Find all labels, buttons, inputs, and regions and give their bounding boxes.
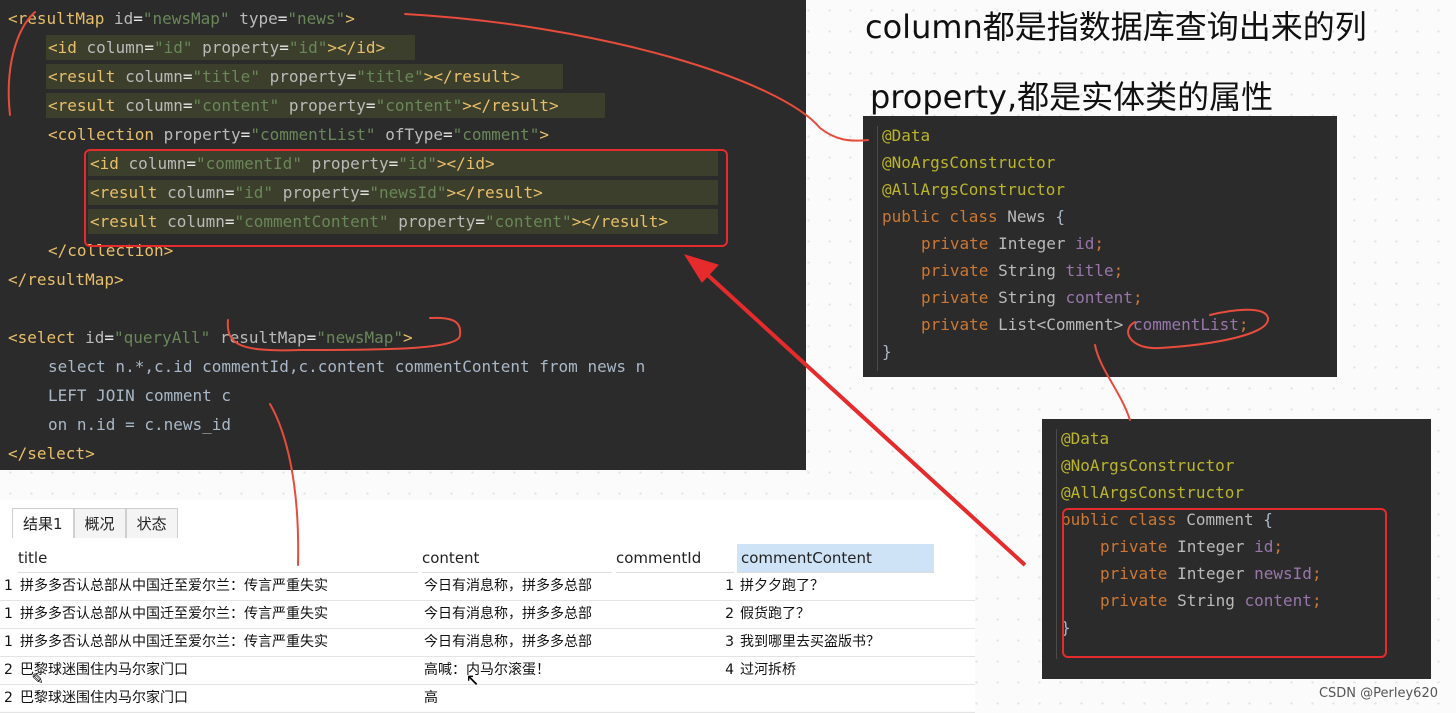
pen-tool-icon: ✎ <box>32 668 43 689</box>
mouse-cursor-icon: ↖ <box>466 666 480 691</box>
annotation-circle-resultmap <box>226 316 462 352</box>
annotation-arrows <box>7 11 1269 567</box>
annotation-arrow-to-news <box>404 13 869 142</box>
annotation-arrow-to-comment <box>1094 344 1131 421</box>
annotation-stroke <box>7 11 36 116</box>
watermark: CSDN @Perley620 <box>1318 686 1438 701</box>
annotation-arrow-to-results <box>269 403 300 566</box>
annotation-circle-commentlist <box>1127 308 1269 350</box>
